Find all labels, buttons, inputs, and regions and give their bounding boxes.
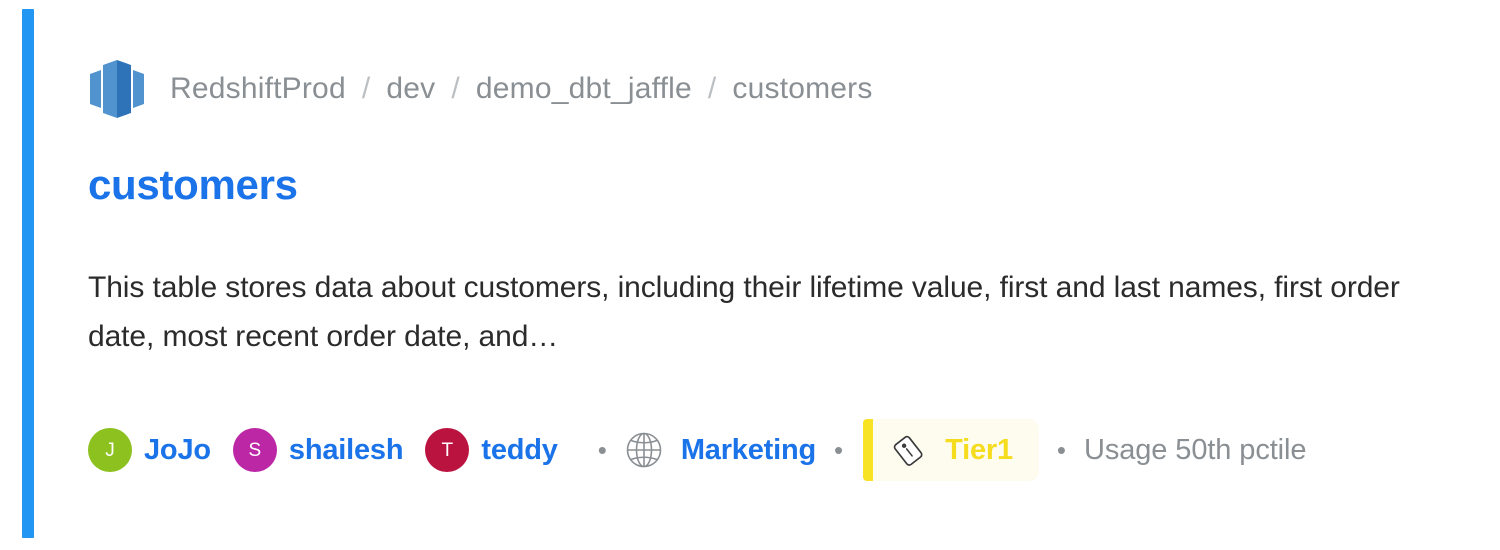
owner-name: teddy bbox=[481, 433, 558, 466]
owner-shailesh[interactable]: S shailesh bbox=[232, 428, 404, 472]
domain-marketing[interactable]: Marketing bbox=[625, 431, 816, 469]
breadcrumb-item-platform[interactable]: RedshiftProd bbox=[170, 72, 346, 106]
avatar: T bbox=[425, 428, 470, 472]
meta-separator: • bbox=[597, 435, 607, 465]
metadata-row: J JoJo S shailesh T teddy • Marketing • … bbox=[88, 410, 1306, 490]
tag-label: Tier1 bbox=[945, 433, 1013, 466]
description-text: This table stores data about customers, … bbox=[88, 271, 1400, 353]
card-content: RedshiftProd / dev / demo_dbt_jaffle / c… bbox=[88, 0, 1500, 550]
breadcrumb-separator: / bbox=[451, 72, 460, 105]
owner-name: shailesh bbox=[288, 433, 404, 466]
aws-redshift-icon bbox=[90, 60, 144, 118]
breadcrumb-separator: / bbox=[361, 72, 371, 105]
breadcrumb: RedshiftProd / dev / demo_dbt_jaffle / c… bbox=[88, 58, 873, 120]
meta-separator: • bbox=[1056, 435, 1066, 465]
domain-label: Marketing bbox=[680, 433, 816, 466]
owner-name: JoJo bbox=[144, 433, 211, 466]
breadcrumb-separator: / bbox=[707, 72, 717, 105]
page-title[interactable]: customers bbox=[88, 160, 298, 210]
globe-icon bbox=[626, 432, 662, 468]
asset-summary-card: RedshiftProd / dev / demo_dbt_jaffle / c… bbox=[0, 0, 1500, 550]
usage-stat: Usage 50th pctile bbox=[1084, 433, 1307, 466]
tag-icon bbox=[893, 435, 923, 466]
left-accent-bar bbox=[22, 9, 34, 538]
owner-jojo[interactable]: J JoJo bbox=[88, 428, 211, 472]
breadcrumb-trail: RedshiftProd / dev / demo_dbt_jaffle / c… bbox=[170, 72, 873, 106]
owner-teddy[interactable]: T teddy bbox=[425, 428, 558, 472]
avatar: S bbox=[232, 428, 277, 472]
breadcrumb-item-table[interactable]: customers bbox=[732, 72, 872, 106]
tag-tier1[interactable]: Tier1 bbox=[863, 419, 1039, 481]
breadcrumb-item-database[interactable]: dev bbox=[386, 72, 435, 106]
breadcrumb-item-schema[interactable]: demo_dbt_jaffle bbox=[476, 72, 692, 106]
avatar: J bbox=[88, 428, 132, 472]
meta-separator: • bbox=[833, 435, 844, 465]
